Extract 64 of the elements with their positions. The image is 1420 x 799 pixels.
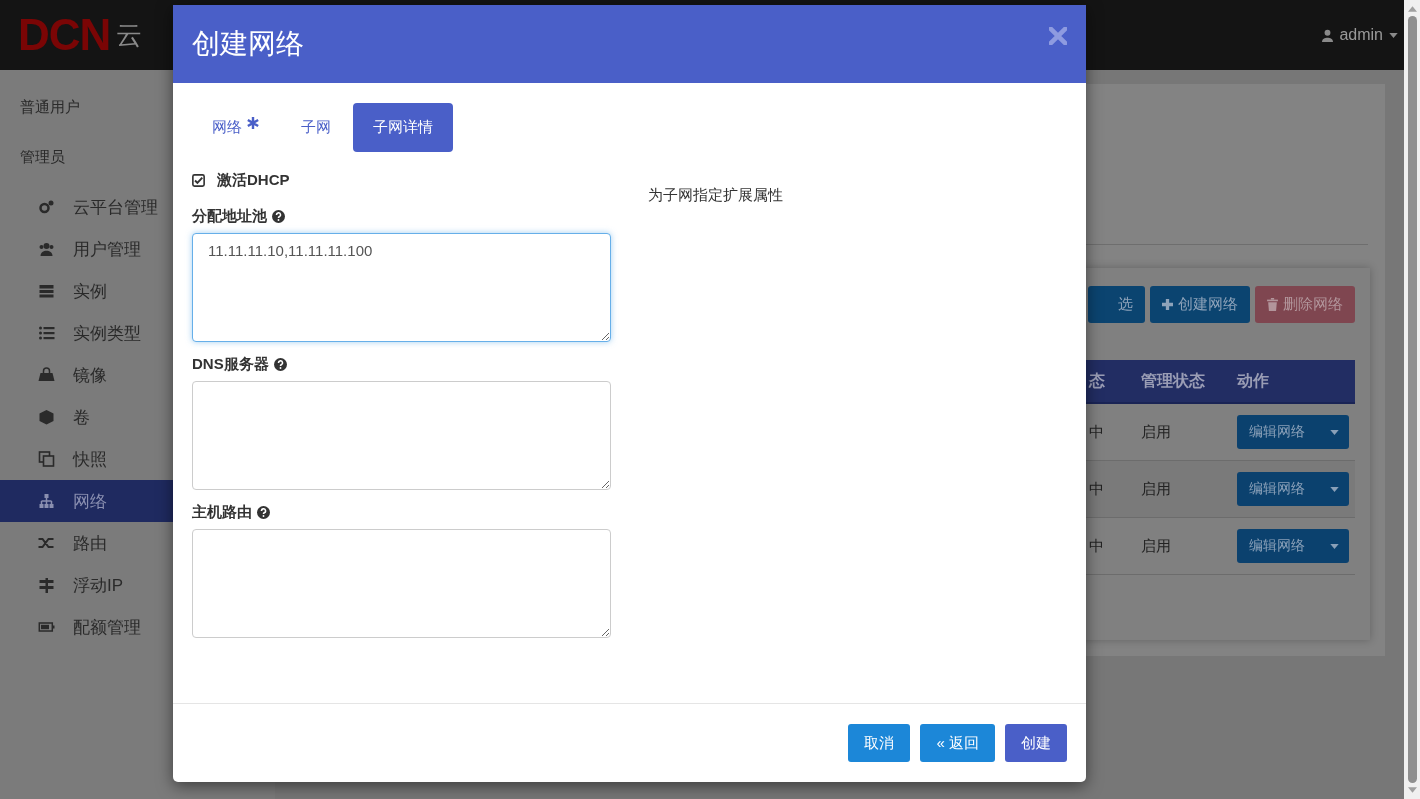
sitemap-icon <box>38 493 55 509</box>
logo-text: 云 <box>116 18 143 52</box>
user-icon <box>1322 28 1334 42</box>
list-icon <box>38 325 55 341</box>
edit-button[interactable]: 编辑网络 <box>1237 415 1349 449</box>
cancel-button[interactable]: 取消 <box>848 724 911 762</box>
checked-checkbox-icon[interactable] <box>192 173 205 187</box>
text-area[interactable] <box>192 381 611 490</box>
caret-icon <box>1330 486 1339 492</box>
sidebar-item[interactable]: 卷 <box>0 396 275 438</box>
plus-icon <box>1162 299 1173 310</box>
delete-button[interactable]: 删除网络 <box>1255 286 1355 323</box>
edit-button[interactable]: 编辑网络 <box>1237 529 1349 563</box>
users-icon <box>38 241 55 257</box>
sidebar-item[interactable]: 浮动IP <box>0 564 275 606</box>
battery-icon <box>38 619 55 635</box>
scroll-down-icon[interactable] <box>1407 787 1417 793</box>
table-cell-text: 启用 <box>1140 422 1172 442</box>
sidebar-heading: 管理员 <box>19 147 65 167</box>
text-area[interactable]: 11.11.11.10,11.11.11.100 <box>192 233 611 342</box>
sidebar-item[interactable]: 路由 <box>0 522 275 564</box>
caret-icon <box>1330 429 1339 435</box>
back-button[interactable]: « 返回 <box>920 724 995 762</box>
sidebar-item[interactable]: 配额管理 <box>0 606 275 648</box>
scroll-up-icon[interactable] <box>1407 6 1417 12</box>
bag-icon <box>38 367 55 383</box>
field-label: 主机路由 <box>192 502 252 522</box>
field-label: DNS服务器 <box>192 354 269 374</box>
column-header: 管理状态 <box>1140 370 1206 391</box>
create-button[interactable]: 创建网络 <box>1150 286 1250 323</box>
table-cell-text: 中 <box>1088 422 1105 442</box>
close-icon[interactable] <box>1049 27 1067 45</box>
caret-icon <box>1389 32 1398 38</box>
sidebar-heading: 普通用户 <box>19 97 80 117</box>
signpost-icon <box>38 577 55 593</box>
filter-button[interactable]: 选 <box>1088 286 1145 323</box>
help-icon[interactable] <box>273 357 287 371</box>
table-cell-text: 中 <box>1088 536 1105 556</box>
scrollbar[interactable] <box>1404 0 1420 799</box>
server-icon <box>38 283 55 299</box>
edit-button[interactable]: 编辑网络 <box>1237 472 1349 506</box>
help-icon[interactable] <box>272 209 285 223</box>
trash-icon <box>1267 298 1278 311</box>
logo: DCN <box>18 10 111 60</box>
dialog-title: 创建网络 <box>192 27 304 61</box>
sidebar-item[interactable]: 快照 <box>0 438 275 480</box>
text-area[interactable] <box>192 529 611 638</box>
checkbox-label: 激活DHCP <box>217 170 290 190</box>
copy-icon <box>38 451 55 467</box>
user-menu[interactable]: admin <box>1322 26 1404 44</box>
help-icon[interactable] <box>257 505 270 519</box>
caret-icon <box>1330 543 1339 549</box>
column-header: 态 <box>1087 370 1106 391</box>
table-cell-text: 中 <box>1088 479 1105 499</box>
table-cell-text: 启用 <box>1140 536 1172 556</box>
tab[interactable]: 子网详情 <box>353 103 453 152</box>
column-header: 动作 <box>1235 370 1270 391</box>
shuffle-icon <box>38 535 55 551</box>
table-cell-text: 启用 <box>1140 479 1172 499</box>
help-text: 为子网指定扩展属性 <box>648 186 784 205</box>
submit-button[interactable]: 创建 <box>1005 724 1067 762</box>
tab[interactable]: 子网 <box>281 103 351 152</box>
tab[interactable]: 网络 <box>192 103 279 152</box>
field-label: 分配地址池 <box>192 206 267 226</box>
